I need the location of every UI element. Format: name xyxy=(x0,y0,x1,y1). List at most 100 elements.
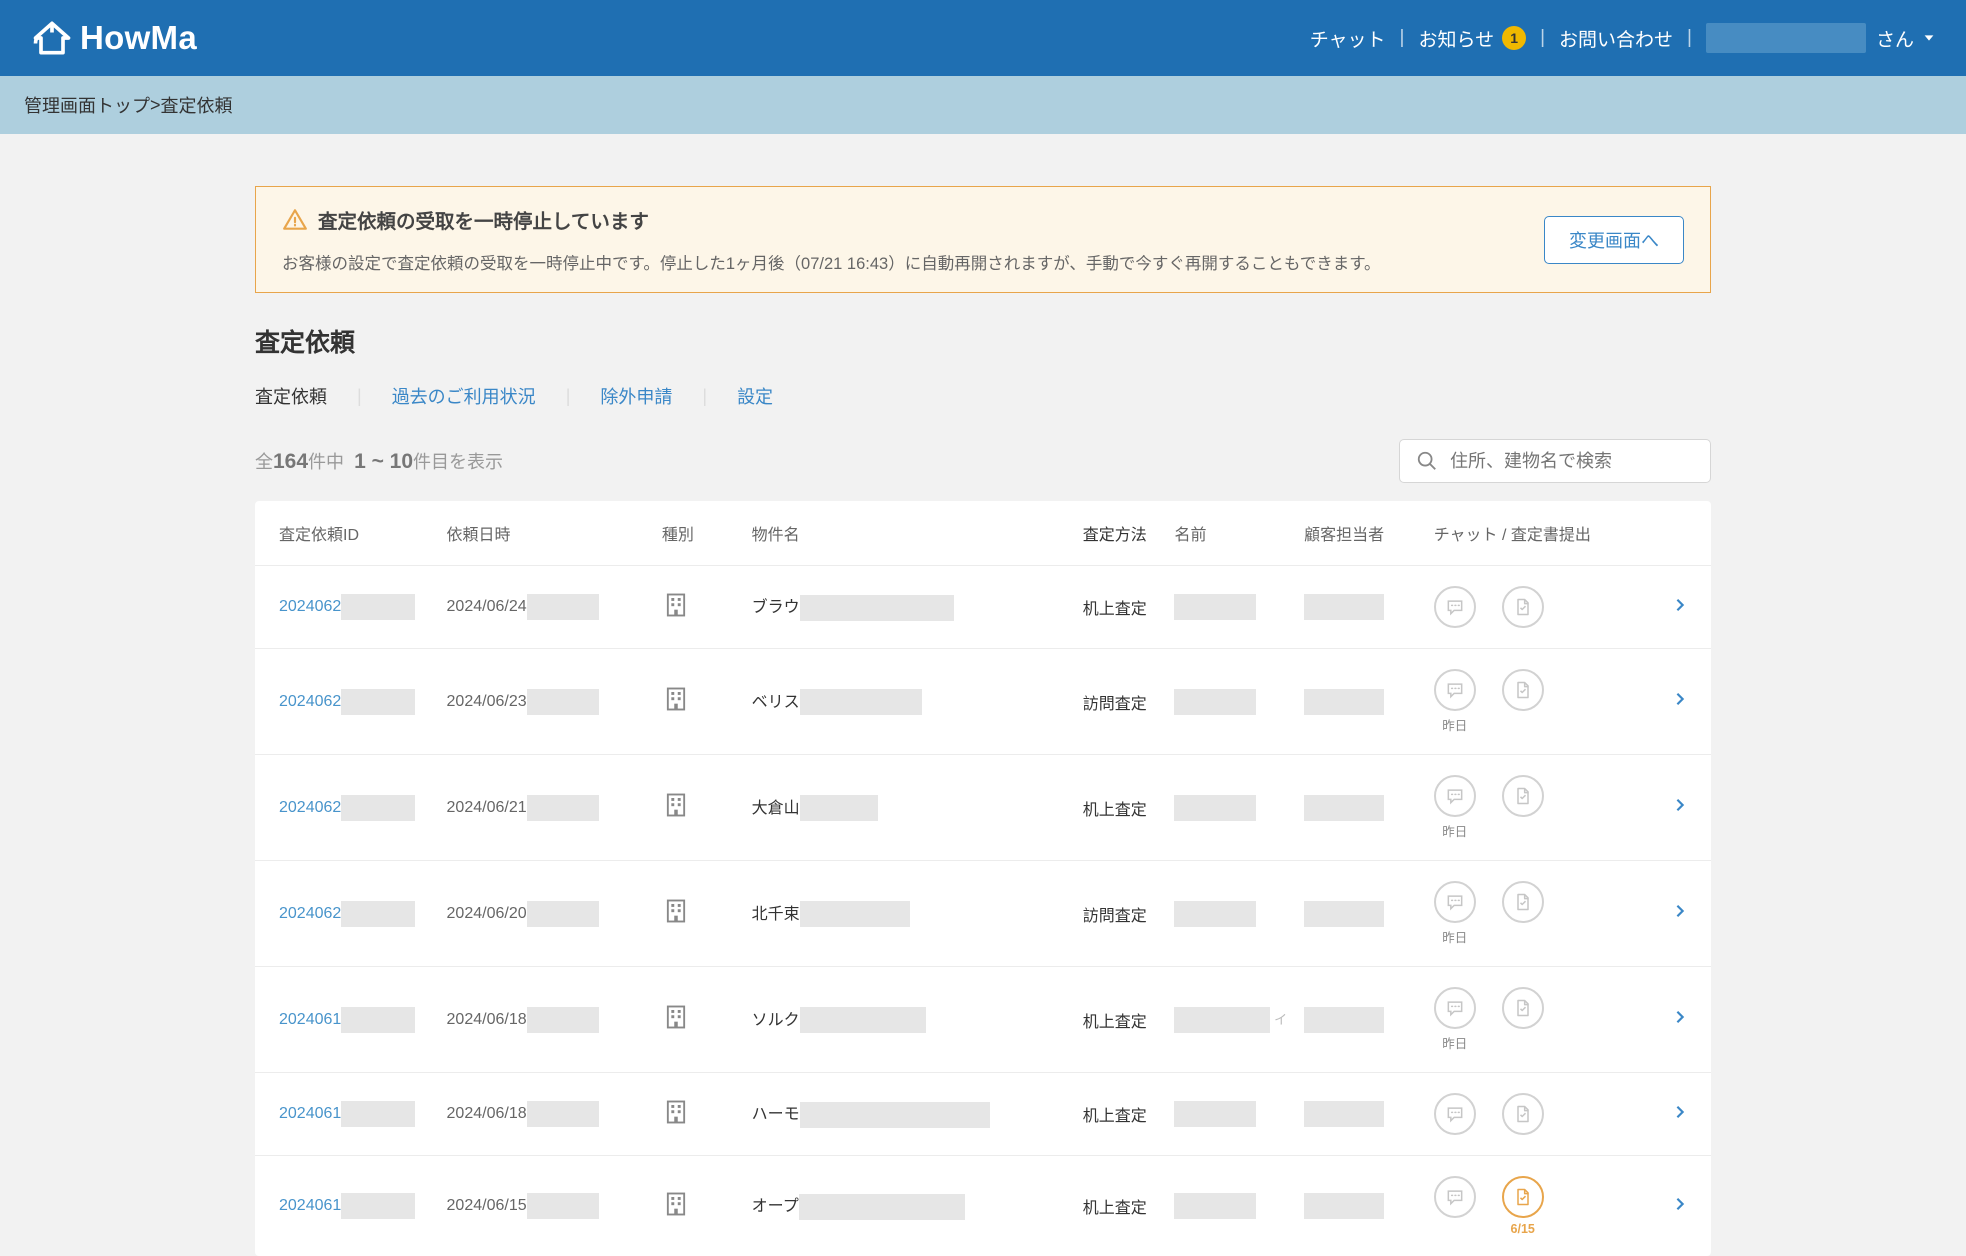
table-row[interactable]: 20240622024/06/21大倉山机上査定昨日 xyxy=(255,754,1711,860)
col-method: 査定方法 xyxy=(1083,521,1175,545)
document-button[interactable] xyxy=(1502,586,1544,628)
document-button[interactable] xyxy=(1502,775,1544,817)
document-button[interactable] xyxy=(1502,987,1544,1029)
change-settings-button[interactable]: 変更画面へ xyxy=(1544,216,1684,264)
user-suffix: さん xyxy=(1876,25,1914,52)
redacted xyxy=(1304,1193,1384,1219)
chat-button[interactable]: 昨日 xyxy=(1434,669,1476,734)
redacted xyxy=(1174,594,1256,620)
table-row[interactable]: 20240612024/06/15オープ机上査定6/15 xyxy=(255,1155,1711,1256)
building-icon xyxy=(662,685,690,713)
tab-past-usage[interactable]: 過去のご利用状況 xyxy=(392,383,536,409)
property-name: ベリス xyxy=(752,694,800,711)
tab-exclusion[interactable]: 除外申請 xyxy=(600,383,672,409)
appraisal-method: 机上査定 xyxy=(1083,1102,1175,1126)
user-menu[interactable]: さん xyxy=(1706,23,1936,53)
document-button[interactable]: 6/15 xyxy=(1502,1176,1544,1236)
request-id-link[interactable]: 2024061 xyxy=(279,1105,341,1122)
redacted xyxy=(1174,1007,1270,1033)
chevron-right-icon xyxy=(1673,1010,1687,1024)
chat-button[interactable] xyxy=(1434,586,1476,628)
request-id-link[interactable]: 2024061 xyxy=(279,1197,341,1214)
appraisal-method: 机上査定 xyxy=(1083,1194,1175,1218)
search-input[interactable] xyxy=(1450,451,1694,472)
table-row[interactable]: 20240622024/06/24ブラウ机上査定 xyxy=(255,565,1711,648)
request-id-link[interactable]: 2024062 xyxy=(279,799,341,816)
redacted xyxy=(527,1193,599,1219)
redacted xyxy=(1304,1007,1384,1033)
house-roof-icon xyxy=(30,16,74,60)
property-name: ブラウ xyxy=(752,599,800,616)
nav-contact[interactable]: お問い合わせ xyxy=(1559,25,1673,52)
redacted xyxy=(527,594,599,620)
global-header: HowMa チャット | お知らせ 1 | お問い合わせ | さん xyxy=(0,0,1966,76)
property-name: 大倉山 xyxy=(752,800,800,817)
table-row[interactable]: 20240612024/06/18ソルク机上査定 イ昨日 xyxy=(255,966,1711,1072)
redacted xyxy=(799,1194,965,1220)
chat-button[interactable]: 昨日 xyxy=(1434,987,1476,1052)
chevron-down-icon xyxy=(1922,31,1936,45)
chevron-right-icon xyxy=(1673,1105,1687,1119)
logo[interactable]: HowMa xyxy=(30,16,197,60)
chat-button[interactable] xyxy=(1434,1176,1476,1218)
notification-badge: 1 xyxy=(1502,26,1526,50)
building-icon xyxy=(662,1098,690,1126)
result-count: 全164件中 1 ~ 10件目を表示 xyxy=(255,448,503,474)
redacted xyxy=(341,689,415,715)
nav-chat[interactable]: チャット xyxy=(1310,25,1386,52)
chevron-right-icon xyxy=(1673,798,1687,812)
document-button[interactable] xyxy=(1502,881,1544,923)
building-icon xyxy=(662,1190,690,1218)
redacted xyxy=(527,689,599,715)
breadcrumb-top[interactable]: 管理画面トップ xyxy=(24,92,150,118)
redacted xyxy=(800,901,910,927)
request-id-link[interactable]: 2024062 xyxy=(279,598,341,615)
redacted xyxy=(1304,594,1384,620)
redacted xyxy=(800,1102,990,1128)
search-input-wrap[interactable] xyxy=(1399,439,1711,483)
redacted xyxy=(1304,795,1384,821)
appraisal-method: 机上査定 xyxy=(1083,595,1175,619)
search-icon xyxy=(1416,450,1438,472)
col-type: 種別 xyxy=(662,521,752,545)
redacted xyxy=(341,1101,415,1127)
redacted xyxy=(527,901,599,927)
property-name: 北千束 xyxy=(752,906,800,923)
table-row[interactable]: 20240612024/06/18ハーモ机上査定 xyxy=(255,1072,1711,1155)
request-id-link[interactable]: 2024062 xyxy=(279,693,341,710)
user-name-redacted xyxy=(1706,23,1866,53)
tab-requests[interactable]: 査定依頼 xyxy=(255,383,327,409)
document-button[interactable] xyxy=(1502,1093,1544,1135)
table-row[interactable]: 20240622024/06/20北千束訪問査定昨日 xyxy=(255,860,1711,966)
request-datetime: 2024/06/23 xyxy=(447,693,527,710)
redacted xyxy=(1304,901,1384,927)
chevron-right-icon xyxy=(1673,598,1687,612)
request-datetime: 2024/06/20 xyxy=(447,905,527,922)
warning-icon xyxy=(282,207,308,233)
document-button[interactable] xyxy=(1502,669,1544,711)
nav-divider: | xyxy=(1400,27,1405,49)
chat-button[interactable]: 昨日 xyxy=(1434,775,1476,840)
property-name: オープ xyxy=(752,1198,799,1215)
breadcrumb-sep: > xyxy=(150,95,161,116)
chat-button[interactable]: 昨日 xyxy=(1434,881,1476,946)
tab-settings[interactable]: 設定 xyxy=(737,383,773,409)
request-id-link[interactable]: 2024061 xyxy=(279,1011,341,1028)
chat-button[interactable] xyxy=(1434,1093,1476,1135)
alert-description: お客様の設定で査定依頼の受取を一時停止中です。停止した1ヶ月後（07/21 16… xyxy=(282,250,1381,274)
redacted xyxy=(800,1007,926,1033)
redacted xyxy=(1304,689,1384,715)
building-icon xyxy=(662,897,690,925)
redacted xyxy=(527,1101,599,1127)
col-datetime: 依頼日時 xyxy=(447,521,662,545)
table-row[interactable]: 20240622024/06/23ベリス訪問査定昨日 xyxy=(255,648,1711,754)
request-datetime: 2024/06/18 xyxy=(447,1011,527,1028)
request-datetime: 2024/06/18 xyxy=(447,1105,527,1122)
nav-news[interactable]: お知らせ 1 xyxy=(1418,25,1526,52)
tab-bar: 査定依頼 | 過去のご利用状況 | 除外申請 | 設定 xyxy=(255,383,1711,409)
breadcrumb-current: 査定依頼 xyxy=(161,92,233,118)
request-id-link[interactable]: 2024062 xyxy=(279,905,341,922)
redacted xyxy=(1174,1193,1256,1219)
logo-text: HowMa xyxy=(80,19,197,57)
redacted xyxy=(341,1193,415,1219)
